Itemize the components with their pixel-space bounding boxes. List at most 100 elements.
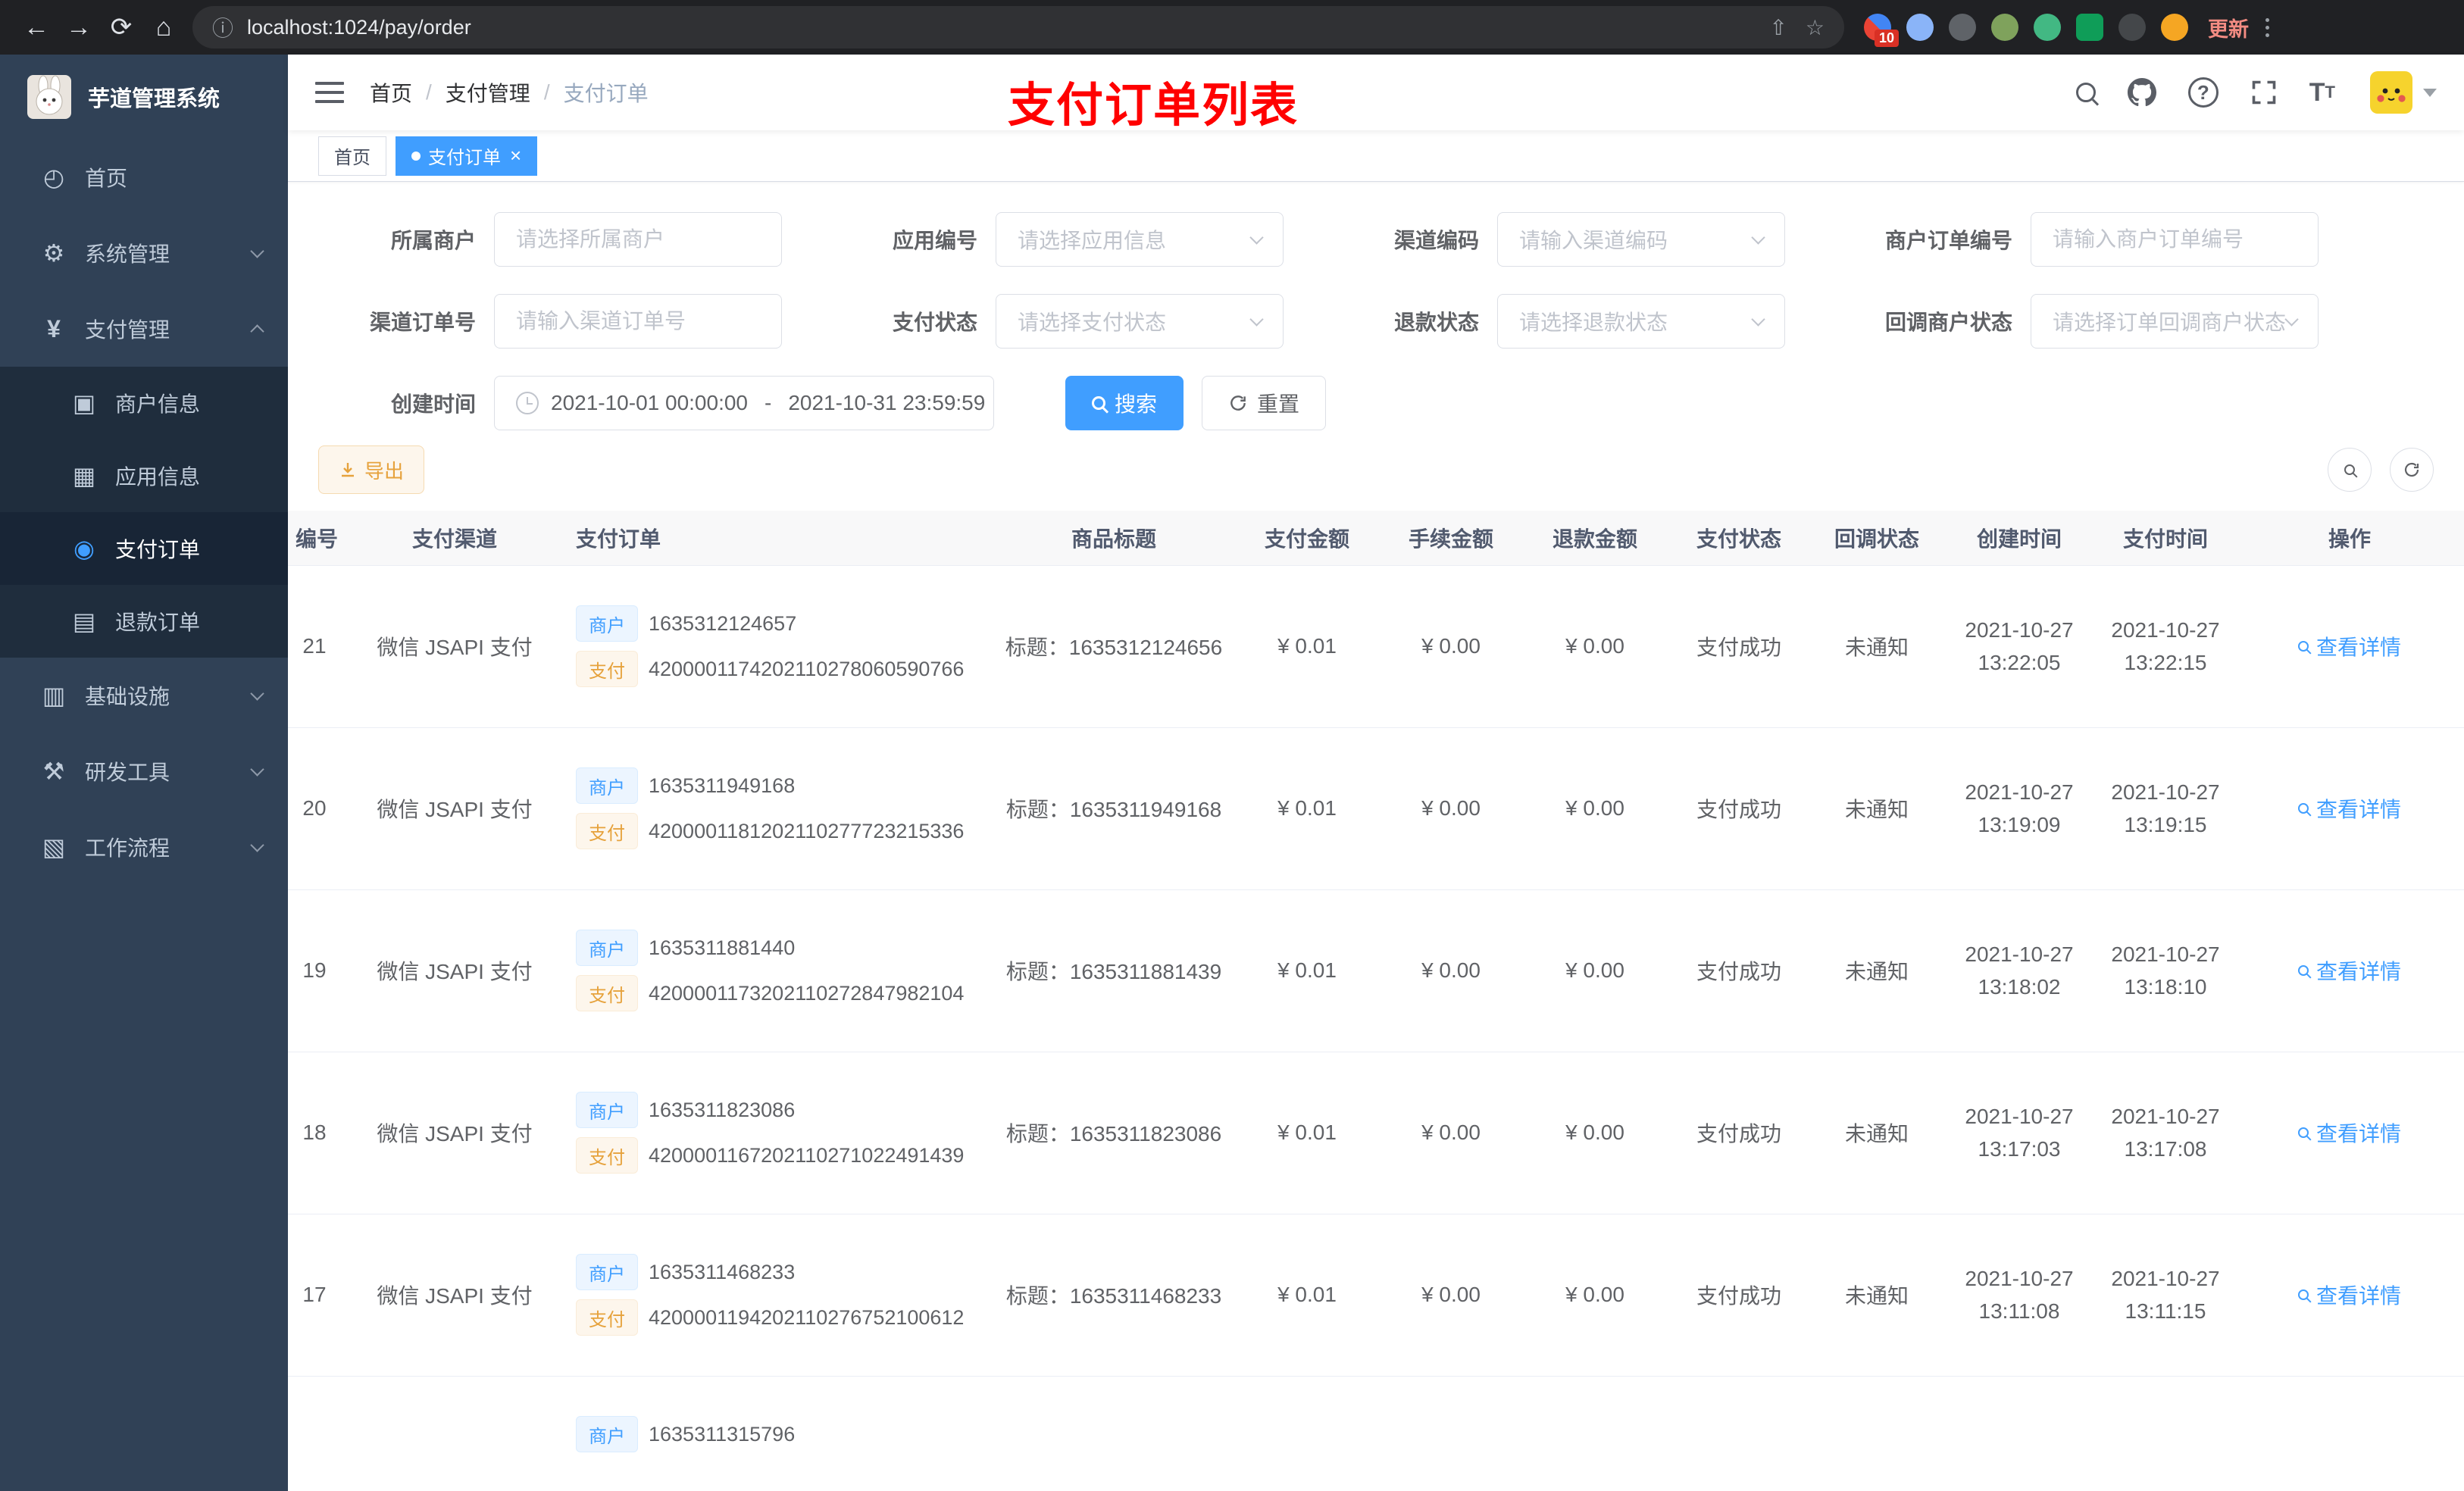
github-icon[interactable]	[2127, 78, 2156, 107]
view-detail-link[interactable]: 查看详情	[2297, 1280, 2401, 1310]
reset-button[interactable]: 重置	[1202, 376, 1327, 430]
select-placeholder: 请选择应用信息	[1018, 229, 1167, 252]
view-detail-link[interactable]: 查看详情	[2297, 955, 2401, 986]
pay-time: 2021-10-27 13:11:15	[2096, 1214, 2235, 1377]
extension-icon[interactable]: 10	[1864, 14, 1899, 47]
merchant-order-no-field[interactable]	[2031, 212, 2319, 267]
breadcrumb-home[interactable]: 首页	[370, 77, 412, 108]
chrome-update-button[interactable]: 更新	[2208, 13, 2249, 42]
download-icon	[342, 463, 354, 477]
merchant-tag: 商户	[576, 1416, 638, 1452]
table-row: 18 微信 JSAPI 支付 商户 1635311823086 支付 4200001…	[288, 1052, 2464, 1214]
field-label: 应用编号	[892, 229, 977, 252]
merchant-tag: 商户	[576, 605, 638, 642]
breadcrumb-pay-manage[interactable]: 支付管理	[446, 77, 530, 108]
extensions-puzzle-icon[interactable]	[2118, 14, 2146, 41]
sidebar-item-workflow[interactable]: 工作流程	[0, 809, 288, 885]
order-id: 19	[288, 889, 341, 1052]
extension-badge: 10	[1874, 30, 1899, 47]
extension-icon[interactable]	[1906, 14, 1934, 41]
notify-status-select[interactable]: 请选择订单回调商户状态	[2031, 294, 2319, 349]
channel-code-select[interactable]: 请输入渠道编码	[1497, 212, 1785, 267]
merchant-order-no-input[interactable]	[2053, 227, 2297, 252]
search-icon	[1092, 396, 1105, 410]
chevron-down-icon	[1751, 230, 1765, 245]
forward-icon[interactable]: →	[58, 6, 100, 48]
vue-devtools-icon[interactable]	[2034, 14, 2061, 41]
view-detail-link[interactable]: 查看详情	[2297, 631, 2401, 661]
fullscreen-icon[interactable]	[2250, 79, 2278, 106]
notify-status: 未通知	[1811, 1214, 1943, 1377]
tab-label: 首页	[334, 148, 371, 168]
order-icon	[67, 534, 102, 563]
back-icon[interactable]: ←	[15, 6, 58, 48]
search-button-label: 搜索	[1115, 392, 1158, 416]
close-icon[interactable]: ×	[510, 144, 521, 167]
table-header-row: 编号 支付渠道 支付订单 商品标题 支付金额 手续金额 退款金额 支付状态 回调…	[288, 511, 2464, 566]
col-pay-amount: 支付金额	[1235, 511, 1379, 566]
address-bar[interactable]: ⓘ localhost:1024/pay/order ⇧ ☆	[192, 6, 1844, 48]
fee-amount: ¥ 0.00	[1379, 889, 1523, 1052]
sidebar-item-home[interactable]: 首页	[0, 139, 288, 215]
profile-avatar-icon[interactable]	[2161, 14, 2188, 41]
field-label: 支付状态	[892, 311, 977, 334]
chevron-down-icon	[1249, 312, 1264, 327]
extension-icon[interactable]	[1949, 14, 1976, 41]
page-title-annotation: 支付订单列表	[1008, 80, 1299, 132]
pay-order-cell: 商户 1635311823086 支付 4200001167202110271022…	[568, 1052, 993, 1214]
font-size-icon[interactable]: TT	[2309, 78, 2335, 108]
sidebar-item-pay-order[interactable]: 支付订单	[0, 512, 288, 585]
reload-icon[interactable]: ⟳	[100, 6, 142, 48]
view-detail-link[interactable]: 查看详情	[2297, 1117, 2401, 1148]
pay-order-cell: 商户 1635311949168 支付 4200001181202110277723…	[568, 727, 993, 890]
date-range-picker[interactable]: 2021-10-01 00:00:00 - 2021-10-31 23:59:5…	[494, 376, 994, 430]
refund-status-select[interactable]: 请选择退款状态	[1497, 294, 1785, 349]
sidebar-item-refund-order[interactable]: 退款订单	[0, 585, 288, 658]
channel-order-no-field[interactable]	[494, 294, 782, 349]
help-icon[interactable]: ?	[2187, 77, 2219, 108]
pay-amount: ¥ 0.01	[1235, 889, 1379, 1052]
pay-status-select[interactable]: 请选择支付状态	[996, 294, 1284, 349]
pay-amount: ¥ 0.01	[1235, 1214, 1379, 1377]
refresh-table-button[interactable]	[2390, 448, 2434, 492]
export-button[interactable]: 导出	[318, 445, 425, 494]
sidebar-logo[interactable]: 芋道管理系统	[0, 55, 288, 139]
hamburger-icon[interactable]	[315, 82, 344, 103]
pay-status: 支付成功	[1667, 889, 1811, 1052]
share-icon[interactable]: ⇧	[1769, 15, 1787, 40]
bookmark-star-icon[interactable]: ☆	[1806, 15, 1825, 40]
toggle-search-button[interactable]	[2328, 448, 2372, 492]
tab-pay-order[interactable]: 支付订单 ×	[396, 136, 538, 176]
notify-status: 未通知	[1811, 889, 1943, 1052]
user-menu[interactable]	[2370, 71, 2437, 114]
tab-home[interactable]: 首页	[318, 136, 386, 176]
sidebar-item-merchant-info[interactable]: 商户信息	[0, 367, 288, 439]
extension-icon[interactable]	[2076, 14, 2103, 41]
pay-time: 2021-10-27 13:22:15	[2096, 565, 2235, 728]
app-select[interactable]: 请选择应用信息	[996, 212, 1284, 267]
search-icon[interactable]	[2075, 83, 2096, 102]
extension-icon[interactable]	[1991, 14, 2018, 41]
sidebar-item-app-info[interactable]: 应用信息	[0, 439, 288, 512]
home-icon[interactable]: ⌂	[142, 6, 185, 48]
sidebar-item-system[interactable]: 系统管理	[0, 215, 288, 291]
pay-order-cell: 商户 1635312124657 支付 4200001174202110278060…	[568, 565, 993, 728]
view-detail-link[interactable]: 查看详情	[2297, 793, 2401, 824]
pay-tag: 支付	[576, 975, 638, 1011]
workflow-icon	[36, 833, 71, 861]
channel-order-no-input[interactable]	[516, 309, 760, 333]
site-info-icon[interactable]: ⓘ	[212, 12, 233, 42]
col-pay-time: 支付时间	[2096, 511, 2235, 566]
merchant-select[interactable]	[494, 212, 782, 267]
sidebar-item-dev-tools[interactable]: 研发工具	[0, 733, 288, 809]
pay-amount: ¥ 0.01	[1235, 1052, 1379, 1214]
fee-amount: ¥ 0.00	[1379, 727, 1523, 890]
page-content: 所属商户 应用编号 请选择应用信息 渠道编码	[288, 182, 2464, 1491]
field-label: 所属商户	[390, 229, 476, 252]
refund-doc-icon	[67, 607, 102, 636]
merchant-input[interactable]	[516, 227, 760, 252]
sidebar-item-payment[interactable]: 支付管理	[0, 291, 288, 367]
chrome-menu-icon[interactable]	[2265, 17, 2269, 37]
search-button[interactable]: 搜索	[1065, 376, 1184, 430]
sidebar-item-infrastructure[interactable]: 基础设施	[0, 658, 288, 733]
